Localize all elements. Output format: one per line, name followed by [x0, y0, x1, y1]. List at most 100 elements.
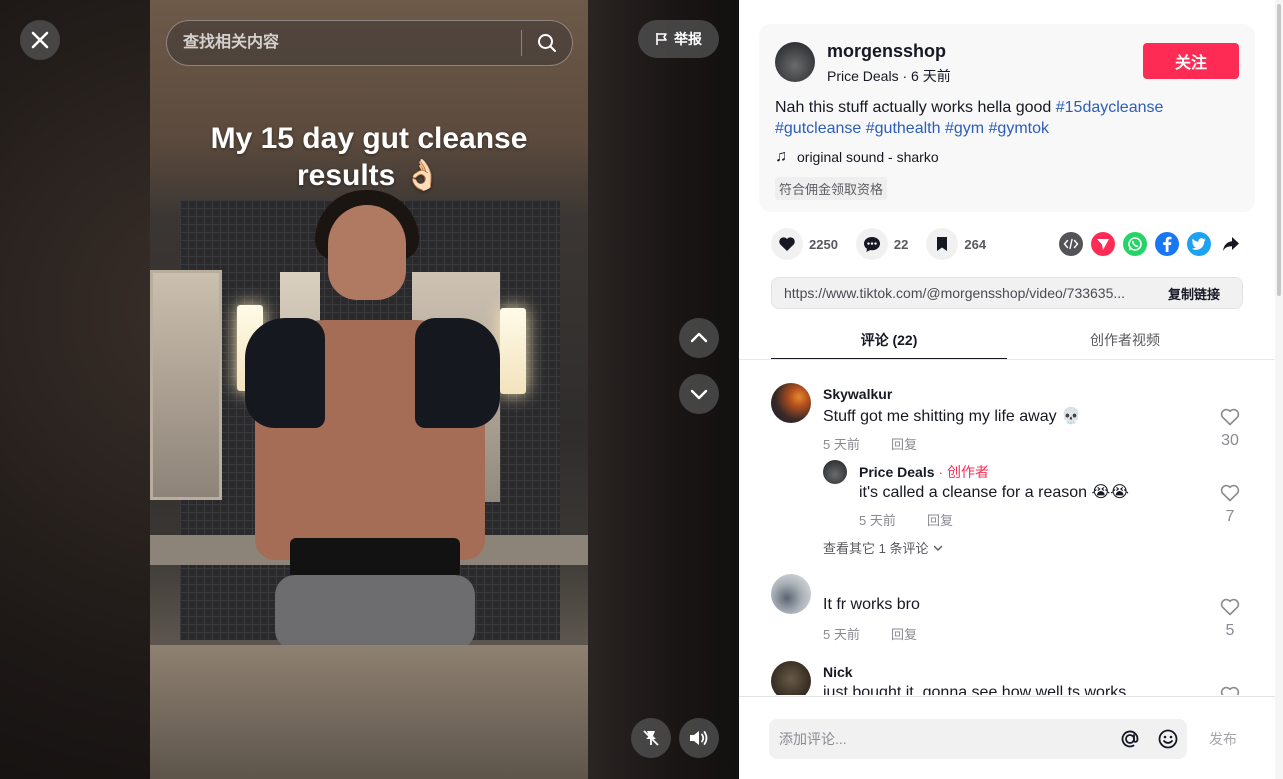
hashtag-link[interactable]: #gutcleanse	[775, 120, 861, 137]
embed-icon	[1063, 238, 1079, 250]
post-comment-button[interactable]: 发布	[1209, 729, 1237, 749]
post-time: 6 天前	[911, 68, 951, 84]
comment-text: just bought it, gonna see how well ts wo…	[823, 684, 1127, 695]
avatar[interactable]	[771, 574, 811, 614]
view-more-replies[interactable]: 查看其它 1 条评论	[823, 538, 944, 557]
share-link-box: https://www.tiktok.com/@morgensshop/vide…	[771, 277, 1243, 309]
view-more-label: 查看其它 1 条评论	[823, 541, 929, 556]
tab-creator-videos[interactable]: 创作者视频	[1007, 322, 1243, 360]
reply-button[interactable]: 回复	[927, 510, 953, 529]
video-scene-head	[328, 205, 406, 300]
author-nickname: Price Deals	[827, 68, 899, 84]
comment-circle	[855, 228, 888, 260]
avatar[interactable]	[823, 460, 847, 484]
hashtag-link[interactable]: #guthealth	[866, 120, 941, 137]
search-button[interactable]	[522, 21, 572, 65]
copy-link-button[interactable]: 复制链接	[1146, 278, 1242, 308]
hashtag-link[interactable]: #gym	[945, 120, 984, 137]
music-note-icon: ♫	[775, 148, 787, 165]
video-player[interactable]: My 15 day gut cleanse results 👌🏻	[150, 0, 588, 779]
twitter-share-button[interactable]	[1187, 232, 1211, 256]
comment-like-button[interactable]	[1218, 686, 1242, 695]
floating-player-button[interactable]	[631, 718, 671, 758]
video-caption: My 15 day gut cleanse results 👌🏻	[150, 120, 588, 194]
comment-like-count: 5	[1225, 622, 1235, 639]
comment-like-button[interactable]	[1218, 598, 1242, 621]
tab-comments[interactable]: 评论 (22)	[771, 322, 1007, 360]
share-icons	[1059, 232, 1243, 256]
flag-icon	[656, 33, 667, 45]
comment-like-button[interactable]	[1218, 408, 1242, 431]
video-scene-mirror	[150, 270, 222, 500]
save-count: 264	[964, 236, 987, 252]
tabs-divider	[739, 359, 1275, 360]
reply-button[interactable]: 回复	[891, 434, 917, 453]
creator-badge-label: 创作者	[946, 464, 989, 480]
like-button[interactable]: 2250	[771, 228, 838, 260]
avatar[interactable]	[771, 383, 811, 423]
at-sign-icon	[1121, 730, 1139, 748]
bookmark-icon	[937, 237, 948, 251]
comment-like-count: 7	[1225, 508, 1235, 525]
like-circle	[771, 228, 803, 260]
reply-button[interactable]: 回复	[891, 624, 917, 643]
whatsapp-share-button[interactable]	[1123, 232, 1147, 256]
follow-button[interactable]: 关注	[1143, 43, 1239, 79]
comment-composer: 发布	[739, 696, 1275, 779]
heart-outline-icon	[1220, 598, 1240, 616]
video-caption-line: My 15 day gut cleanse	[210, 122, 528, 155]
comment-username[interactable]: Price Deals · 创作者	[859, 462, 989, 482]
description-text: Nah this stuff actually works hella good	[775, 99, 1052, 116]
like-count: 2250	[809, 236, 838, 252]
report-label: 举报	[674, 31, 702, 47]
report-button[interactable]: 举报	[638, 20, 719, 58]
volume-button[interactable]	[679, 718, 719, 758]
author-username[interactable]: morgensshop	[827, 41, 946, 62]
save-button[interactable]: 264	[926, 228, 986, 260]
reply-username: Price Deals	[859, 464, 935, 480]
send-to-friends-button[interactable]	[1091, 232, 1115, 256]
comment-time: 5 天前	[823, 437, 860, 452]
emoji-button[interactable]	[1149, 719, 1187, 759]
comment-like-button[interactable]	[1218, 484, 1242, 507]
chevron-up-icon	[690, 332, 708, 343]
mention-button[interactable]	[1111, 719, 1149, 759]
share-arrow-icon	[1223, 237, 1239, 251]
comment-username[interactable]: Nick	[823, 664, 853, 680]
heart-outline-icon	[1220, 686, 1240, 695]
chevron-down-icon	[934, 545, 943, 551]
video-scene-pants	[275, 575, 475, 650]
hashtag-link[interactable]: #15daycleanse	[1056, 99, 1164, 116]
facebook-share-button[interactable]	[1155, 232, 1179, 256]
next-video-button[interactable]	[679, 374, 719, 414]
facebook-icon	[1163, 236, 1172, 252]
search-input[interactable]	[167, 21, 521, 65]
embed-button[interactable]	[1059, 232, 1083, 256]
details-panel: morgensshop Price Deals · 6 天前 关注 Nah th…	[739, 0, 1283, 779]
music-label: original sound - sharko	[797, 149, 939, 165]
search-icon	[538, 34, 556, 52]
comment-like-count: 30	[1221, 432, 1239, 449]
send-icon	[1097, 239, 1109, 250]
music-link[interactable]: ♫ original sound - sharko	[775, 148, 939, 166]
heart-outline-icon	[1220, 484, 1240, 502]
volume-icon	[690, 731, 708, 745]
more-share-button[interactable]	[1219, 232, 1243, 256]
video-scene-shirt	[415, 318, 500, 428]
comment-input[interactable]	[769, 719, 1111, 759]
heart-outline-icon	[1220, 408, 1240, 426]
scrollbar-thumb[interactable]	[1277, 4, 1281, 296]
share-link-url[interactable]: https://www.tiktok.com/@morgensshop/vide…	[772, 285, 1146, 301]
close-button[interactable]	[20, 20, 60, 60]
comment-time: 5 天前	[823, 627, 860, 642]
comment-time: 5 天前	[859, 513, 896, 528]
hashtag-link[interactable]: #gymtok	[989, 120, 1049, 137]
author-avatar[interactable]	[775, 42, 815, 82]
avatar[interactable]	[771, 661, 811, 695]
comment-bubble-icon	[863, 236, 880, 252]
search-bar	[166, 20, 573, 66]
comment-username[interactable]: Skywalkur	[823, 386, 892, 402]
heart-icon	[779, 237, 795, 251]
previous-video-button[interactable]	[679, 318, 719, 358]
comment-button[interactable]: 22	[855, 228, 908, 260]
